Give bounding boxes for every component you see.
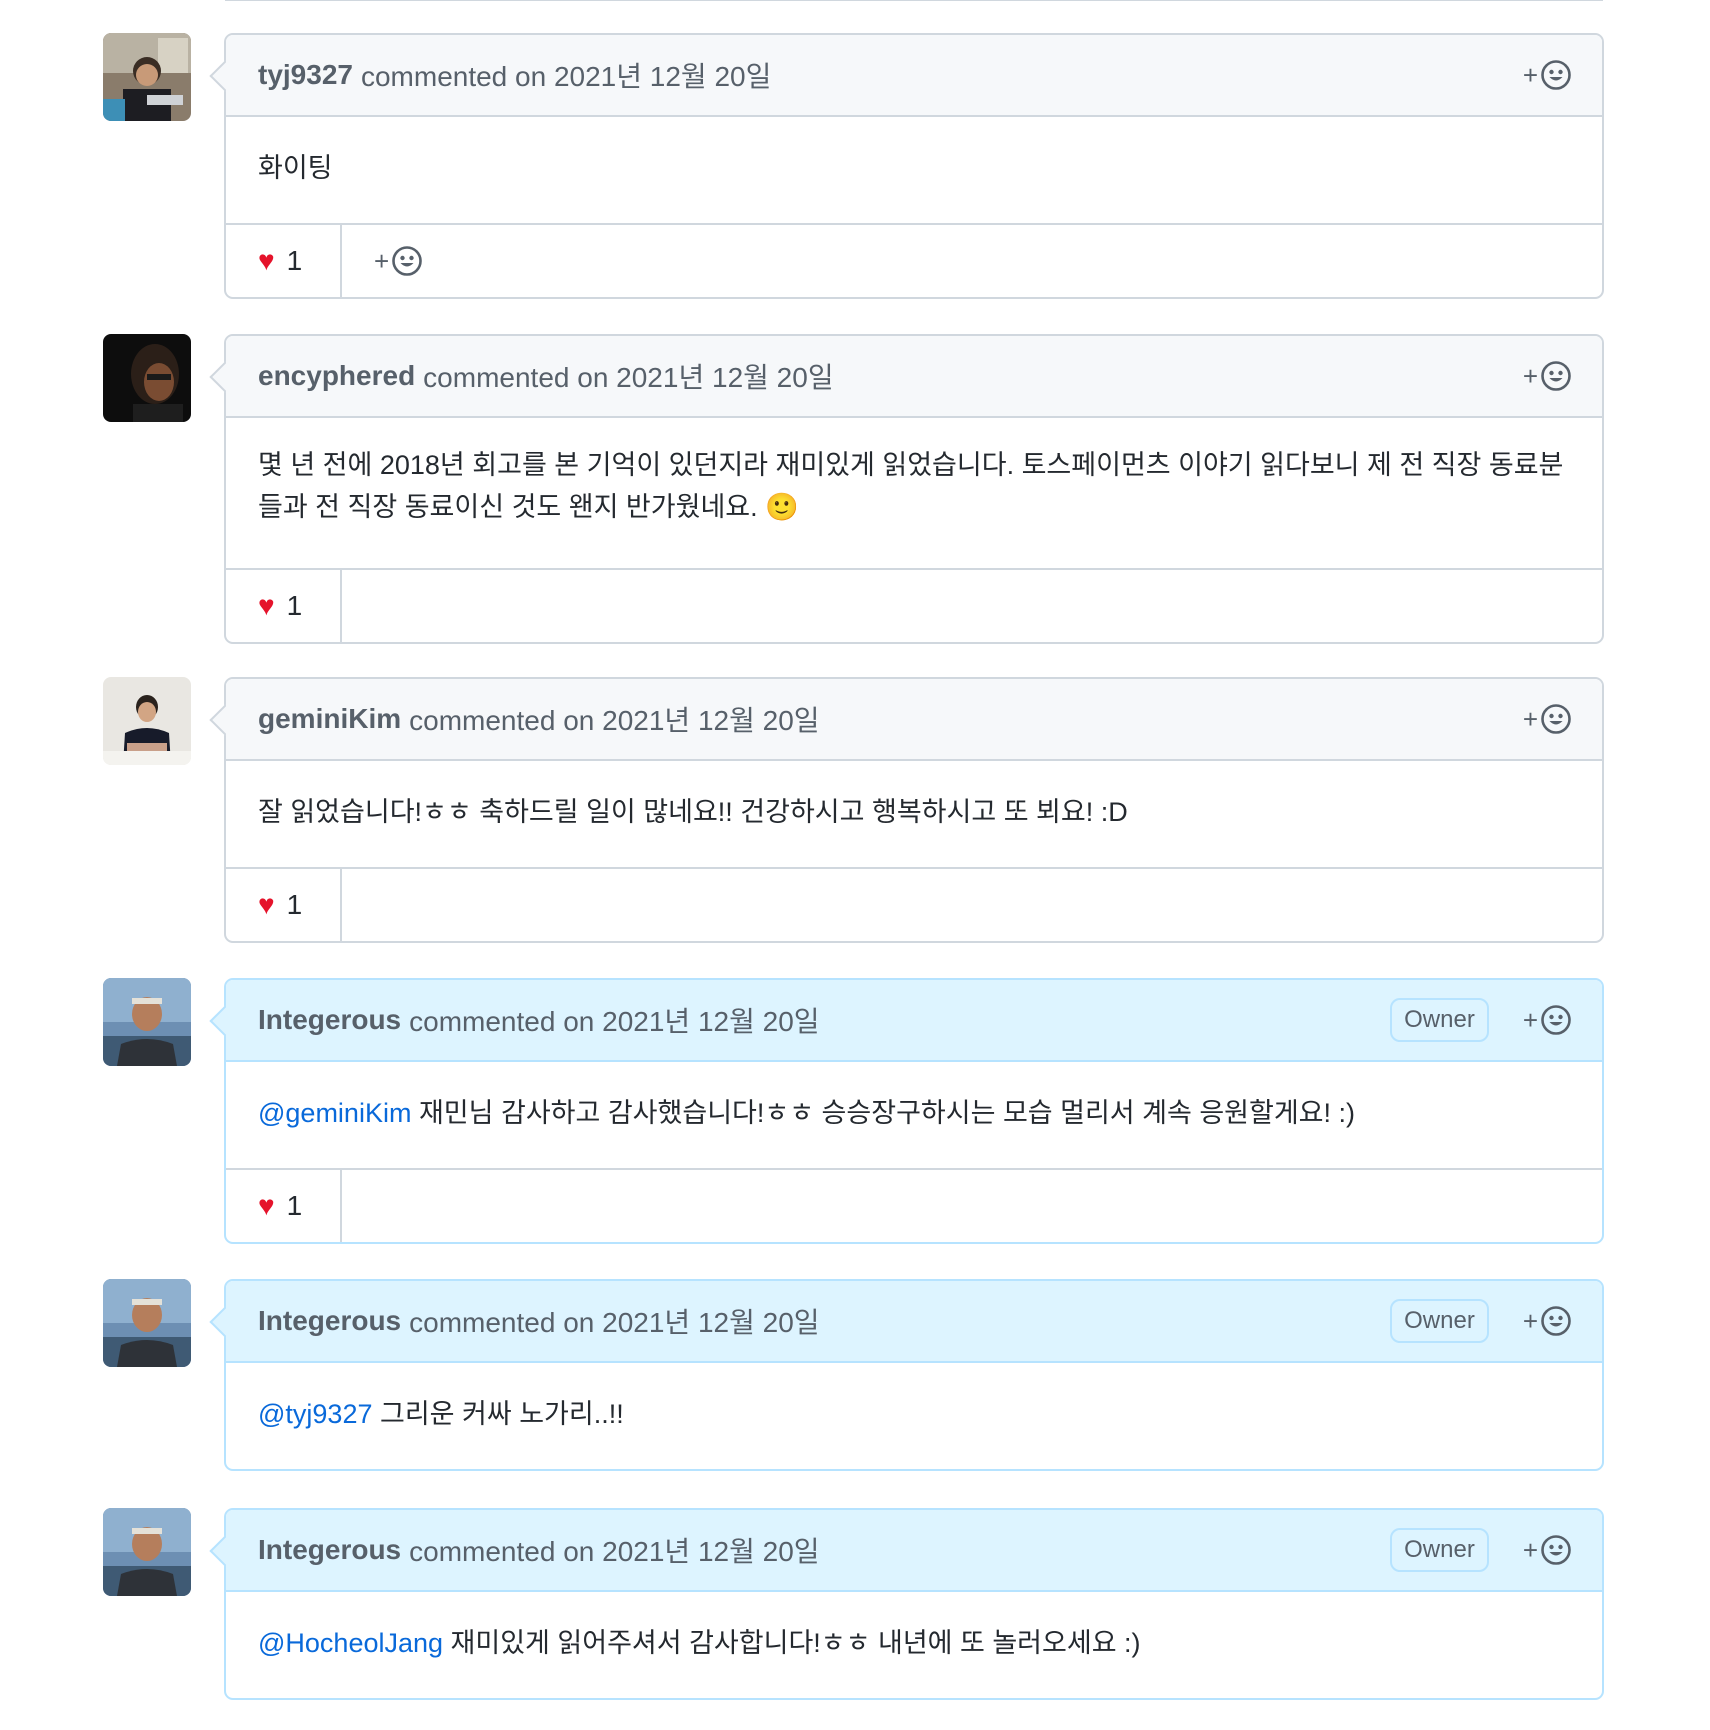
comment-body: 몇 년 전에 2018년 회고를 본 기억이 있던지라 재미있게 읽었습니다. … (226, 418, 1602, 568)
comment-body: @HocheolJang 재미있게 읽어주셔서 감사합니다!ㅎㅎ 내년에 또 놀… (226, 1592, 1602, 1698)
comment-header: Integerous commented on 2021년 12월 20일 Ow… (226, 1281, 1602, 1363)
comment-author[interactable]: Integerous (258, 1004, 401, 1036)
avatar[interactable] (103, 1279, 191, 1367)
comment-timestamp[interactable]: commented on 2021년 12월 20일 (361, 55, 771, 95)
reactions-bar: ♥ 1 (226, 867, 1602, 941)
smiley-icon (1541, 361, 1571, 391)
plus-icon: + (1522, 60, 1538, 90)
comment-box: encyphered commented on 2021년 12월 20일 + … (224, 334, 1604, 644)
reactions-bar: ♥ 1 + (226, 223, 1602, 297)
reaction-count: 1 (286, 889, 303, 920)
heart-icon: ♥ (258, 590, 275, 621)
smiley-icon (1541, 1535, 1571, 1565)
heart-reaction-button[interactable]: ♥ 1 (226, 1170, 342, 1242)
avatar[interactable] (103, 978, 191, 1066)
user-mention-link[interactable]: @tyj9327 (258, 1399, 372, 1429)
reaction-count: 1 (286, 1190, 303, 1221)
owner-badge: Owner (1390, 1528, 1489, 1572)
comment: Integerous commented on 2021년 12월 20일 Ow… (0, 1508, 1710, 1704)
plus-icon: + (1522, 1535, 1538, 1565)
comment-header: Integerous commented on 2021년 12월 20일 Ow… (226, 1510, 1602, 1592)
comment-text: 재미있게 읽어주셔서 감사합니다!ㅎㅎ 내년에 또 놀러오세요 :) (443, 1628, 1141, 1658)
heart-reaction-button[interactable]: ♥ 1 (226, 225, 342, 297)
comment-body: @geminiKim 재민님 감사하고 감사했습니다!ㅎㅎ 승승장구하시는 모습… (226, 1062, 1602, 1168)
comment-box: Integerous commented on 2021년 12월 20일 Ow… (224, 1279, 1604, 1471)
smiley-icon (1541, 1005, 1571, 1035)
plus-icon: + (1522, 1005, 1538, 1035)
comment-author[interactable]: tyj9327 (258, 59, 353, 91)
comment-timestamp[interactable]: commented on 2021년 12월 20일 (409, 699, 819, 739)
heart-icon: ♥ (258, 1190, 275, 1221)
add-reaction-footer-button[interactable]: + (342, 225, 423, 297)
add-reaction-button[interactable]: + (1523, 1305, 1572, 1337)
comment-body: 잘 읽었습니다!ㅎㅎ 축하드릴 일이 많네요!! 건강하시고 행복하시고 또 뵈… (226, 761, 1602, 867)
comment-box: Integerous commented on 2021년 12월 20일 Ow… (224, 978, 1604, 1244)
avatar[interactable] (103, 33, 191, 121)
avatar[interactable] (103, 334, 191, 422)
add-reaction-button[interactable]: + (1523, 703, 1572, 735)
plus-icon: + (1522, 1306, 1538, 1336)
comment-author[interactable]: geminiKim (258, 703, 401, 735)
plus-icon: + (1522, 704, 1538, 734)
comment-header: geminiKim commented on 2021년 12월 20일 + (226, 679, 1602, 761)
heart-icon: ♥ (258, 889, 275, 920)
top-divider (225, 0, 1603, 1)
avatar[interactable] (103, 1508, 191, 1596)
smiley-icon (1541, 60, 1571, 90)
smiley-icon (392, 246, 422, 276)
comment-author[interactable]: Integerous (258, 1305, 401, 1337)
comment-box: tyj9327 commented on 2021년 12월 20일 + 화이팅… (224, 33, 1604, 299)
add-reaction-button[interactable]: + (1523, 1534, 1572, 1566)
comment-header: encyphered commented on 2021년 12월 20일 + (226, 336, 1602, 418)
owner-badge: Owner (1390, 998, 1489, 1042)
comment-box: Integerous commented on 2021년 12월 20일 Ow… (224, 1508, 1604, 1700)
reaction-count: 1 (286, 590, 303, 621)
add-reaction-button[interactable]: + (1523, 59, 1572, 91)
add-reaction-button[interactable]: + (1523, 1004, 1572, 1036)
comment-box: geminiKim commented on 2021년 12월 20일 + 잘… (224, 677, 1604, 943)
comment-timestamp[interactable]: commented on 2021년 12월 20일 (423, 356, 833, 396)
comment-body: @tyj9327 그리운 커싸 노가리..!! (226, 1363, 1602, 1469)
heart-reaction-button[interactable]: ♥ 1 (226, 570, 342, 642)
comment-author[interactable]: encyphered (258, 360, 415, 392)
comment-text: 그리운 커싸 노가리..!! (372, 1399, 624, 1429)
comment: Integerous commented on 2021년 12월 20일 Ow… (0, 978, 1710, 1246)
user-mention-link[interactable]: @geminiKim (258, 1098, 411, 1128)
comment-timeline: tyj9327 commented on 2021년 12월 20일 + 화이팅… (0, 33, 1710, 1730)
smiley-icon (1541, 1306, 1571, 1336)
comment-text: 잘 읽었습니다!ㅎㅎ 축하드릴 일이 많네요!! 건강하시고 행복하시고 또 뵈… (258, 797, 1128, 827)
comment-timestamp[interactable]: commented on 2021년 12월 20일 (409, 1301, 819, 1341)
owner-badge: Owner (1390, 1299, 1489, 1343)
comment: Integerous commented on 2021년 12월 20일 Ow… (0, 1279, 1710, 1475)
heart-icon: ♥ (258, 245, 275, 276)
reactions-bar: ♥ 1 (226, 568, 1602, 642)
smiley-icon (1541, 704, 1571, 734)
comment: encyphered commented on 2021년 12월 20일 + … (0, 334, 1710, 644)
comment-text: 화이팅 (258, 153, 333, 183)
plus-icon: + (374, 246, 390, 276)
comment-body: 화이팅 (226, 117, 1602, 223)
comment-text: 재민님 감사하고 감사했습니다!ㅎㅎ 승승장구하시는 모습 멀리서 계속 응원할… (411, 1098, 1356, 1128)
comment-timestamp[interactable]: commented on 2021년 12월 20일 (409, 1530, 819, 1570)
comment-text: 몇 년 전에 2018년 회고를 본 기억이 있던지라 재미있게 읽었습니다. … (258, 450, 1564, 522)
heart-reaction-button[interactable]: ♥ 1 (226, 869, 342, 941)
plus-icon: + (1522, 361, 1538, 391)
reaction-count: 1 (286, 245, 303, 276)
comment-header: Integerous commented on 2021년 12월 20일 Ow… (226, 980, 1602, 1062)
reactions-bar: ♥ 1 (226, 1168, 1602, 1242)
add-reaction-button[interactable]: + (1523, 360, 1572, 392)
user-mention-link[interactable]: @HocheolJang (258, 1628, 443, 1658)
comment-timestamp[interactable]: commented on 2021년 12월 20일 (409, 1000, 819, 1040)
comment: tyj9327 commented on 2021년 12월 20일 + 화이팅… (0, 33, 1710, 301)
comment-header: tyj9327 commented on 2021년 12월 20일 + (226, 35, 1602, 117)
comment-author[interactable]: Integerous (258, 1534, 401, 1566)
comment: geminiKim commented on 2021년 12월 20일 + 잘… (0, 677, 1710, 945)
avatar[interactable] (103, 677, 191, 765)
